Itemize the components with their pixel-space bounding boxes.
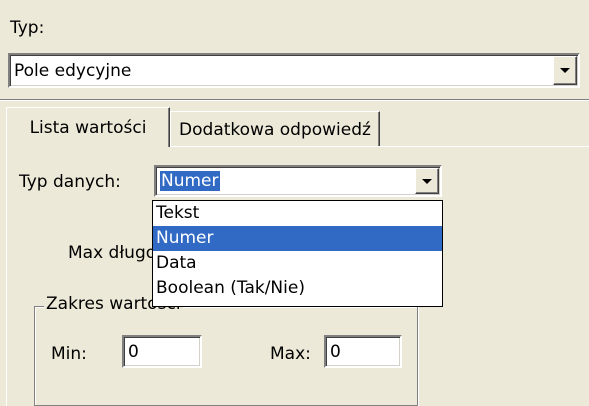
chevron-down-icon [560,68,570,73]
tab-dodatkowa-odpowiedz[interactable]: Dodatkowa odpowiedź [170,111,380,147]
tab-label: Lista wartości [29,117,147,138]
dropdown-option-numer[interactable]: Numer [153,226,442,251]
dropdown-option-data[interactable]: Data [153,251,442,276]
dropdown-option-tekst[interactable]: Tekst [153,201,442,226]
min-label: Min: [51,344,87,364]
max-input-value: 0 [330,341,341,362]
tab-lista-wartosci[interactable]: Lista wartości [6,107,170,147]
typ-danych-dropdown-list: Tekst Numer Data Boolean (Tak/Nie) [152,200,443,307]
typ-label: Typ: [10,18,45,38]
typ-danych-label: Typ danych: [19,172,121,192]
dropdown-option-boolean[interactable]: Boolean (Tak/Nie) [153,276,442,301]
chevron-down-icon [422,178,432,184]
typ-combobox-value: Pole edycyjne [14,60,132,81]
separator [0,99,589,101]
typ-danych-dropdown-button[interactable] [415,168,439,194]
min-input[interactable]: 0 [122,335,202,368]
max-input[interactable]: 0 [324,335,402,368]
typ-danych-value: Numer [160,171,220,191]
typ-danych-combobox[interactable]: Numer [154,165,442,197]
typ-combobox[interactable]: Pole edycyjne [8,53,580,88]
max-label: Max: [270,344,311,364]
min-input-value: 0 [128,341,139,362]
typ-combobox-dropdown-button[interactable] [553,56,577,85]
tab-label: Dodatkowa odpowiedź [179,119,371,140]
